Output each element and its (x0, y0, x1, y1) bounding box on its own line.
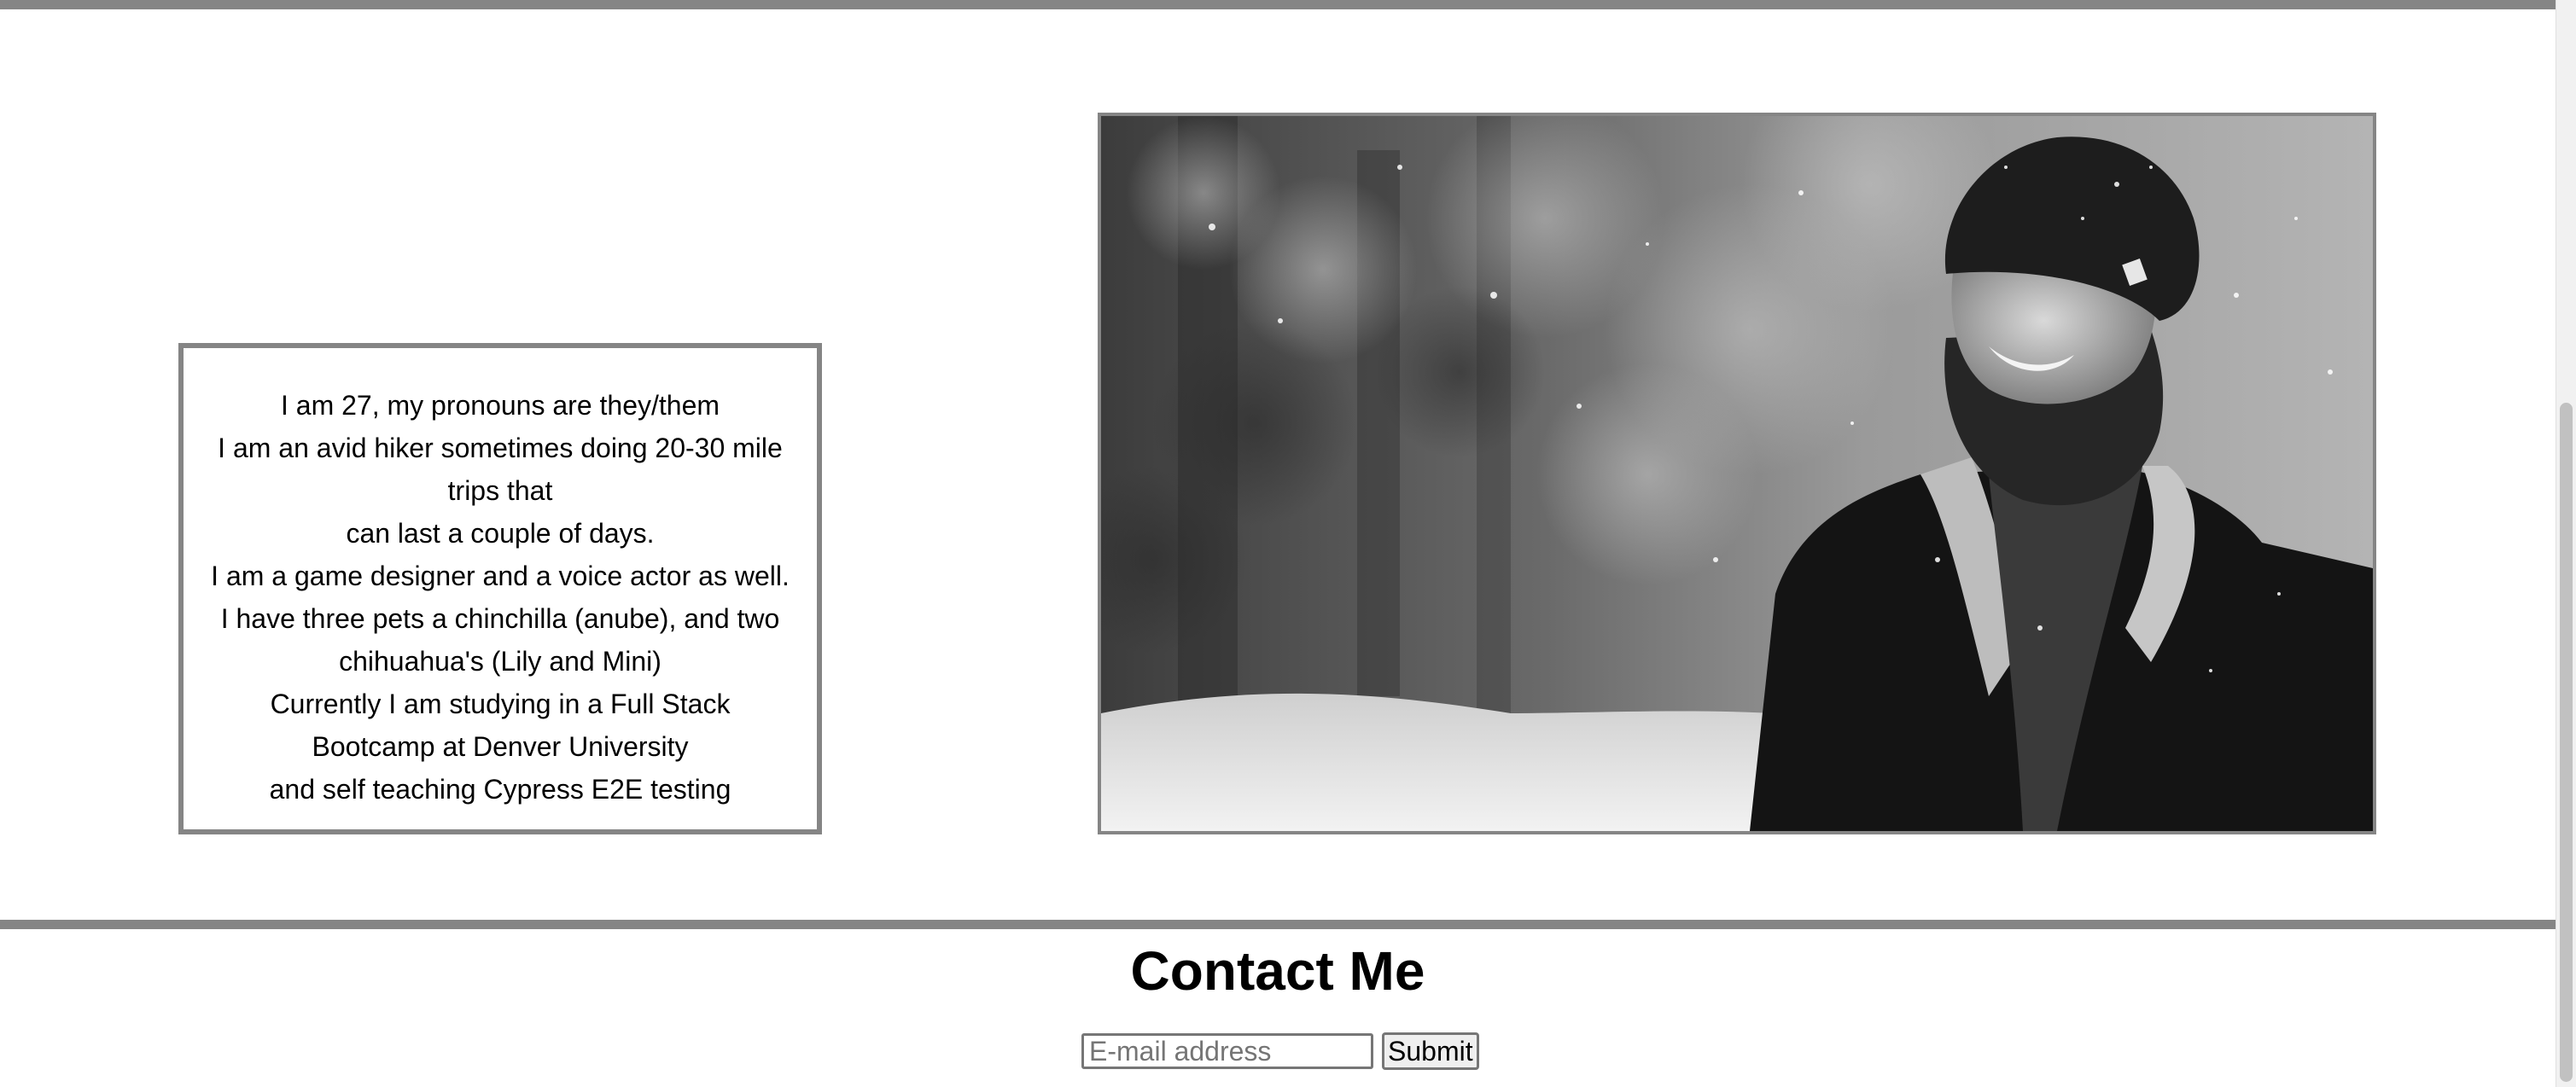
about-line: chihuahua's (Lily and Mini) (339, 646, 661, 677)
bottom-divider (0, 920, 2556, 929)
about-line: I am 27, my pronouns are they/them (280, 390, 720, 421)
about-line: I am a game designer and a voice actor a… (211, 561, 790, 591)
page: I am 27, my pronouns are they/them I am … (0, 0, 2576, 1087)
top-divider (0, 0, 2556, 9)
email-input[interactable] (1081, 1033, 1373, 1069)
about-line: Bootcamp at Denver University (312, 731, 689, 762)
scrollbar-thumb[interactable] (2560, 403, 2573, 1082)
vertical-scrollbar[interactable] (2556, 0, 2576, 1087)
profile-photo (1098, 113, 2376, 834)
about-line: Currently I am studying in a Full Stack (270, 689, 731, 719)
about-line: and self teaching Cypress E2E testing (269, 774, 731, 805)
about-line: can last a couple of days. (346, 518, 655, 549)
contact-heading: Contact Me (1130, 940, 1425, 1002)
about-line: I have three pets a chinchilla (anube), … (220, 603, 780, 634)
submit-button[interactable]: Submit (1382, 1032, 1479, 1070)
contact-form: Submit (1081, 1032, 1479, 1071)
about-me-box: I am 27, my pronouns are they/them I am … (178, 343, 822, 834)
about-line: trips that (447, 475, 553, 506)
profile-photo-image (1101, 116, 2373, 831)
about-line: I am an avid hiker sometimes doing 20-30… (218, 433, 783, 463)
